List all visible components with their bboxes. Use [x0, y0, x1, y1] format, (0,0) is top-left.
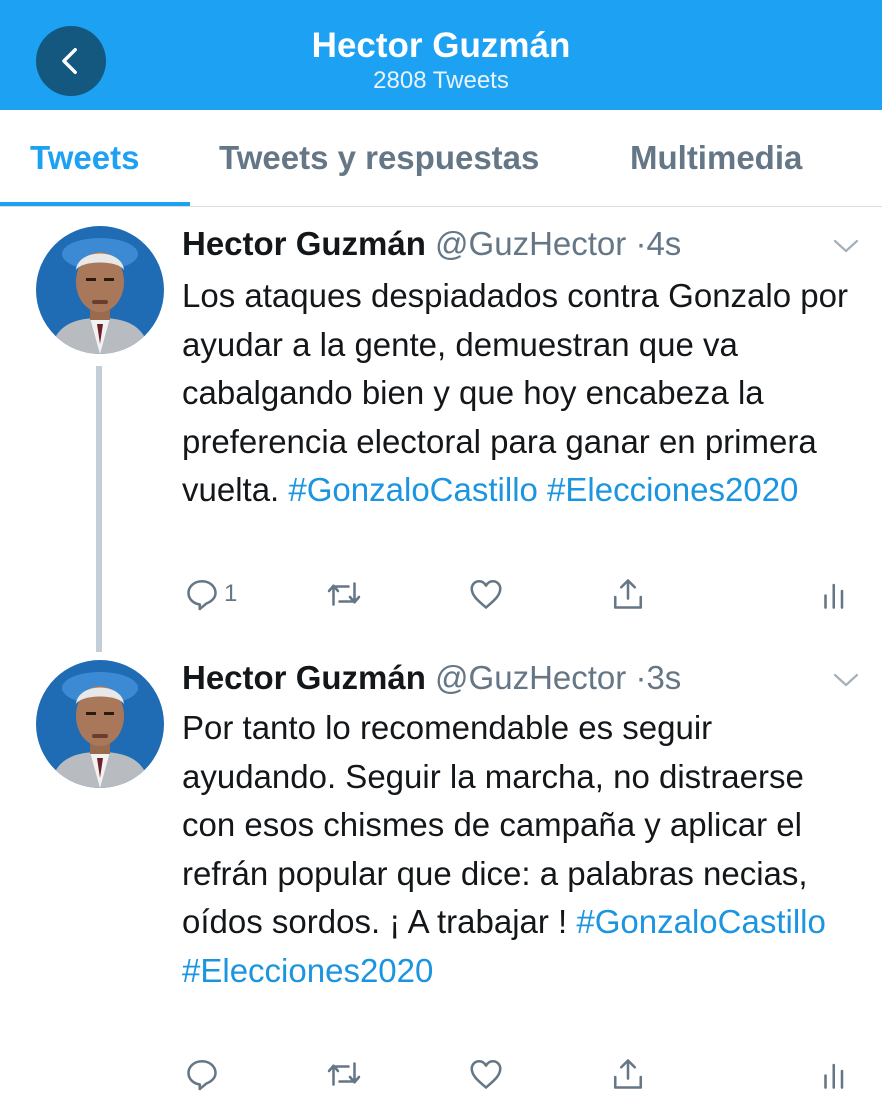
like-button[interactable]	[468, 576, 504, 612]
like-button[interactable]	[468, 1056, 504, 1092]
tweet-header: Hector Guzmán @GuzHector ·3s	[182, 656, 681, 700]
retweet-button[interactable]	[326, 1056, 362, 1092]
share-button[interactable]	[610, 1056, 646, 1092]
hashtag-link[interactable]: #Elecciones2020	[182, 952, 433, 989]
share-icon	[613, 1059, 643, 1089]
share-button[interactable]	[610, 576, 646, 612]
reply-button[interactable]	[184, 1056, 220, 1092]
header-title: Hector Guzmán	[311, 26, 571, 65]
tweet-text: Los ataques despiadados contra Gonzalo p…	[182, 272, 862, 515]
analytics-icon	[824, 583, 844, 609]
analytics-button[interactable]	[818, 1056, 854, 1092]
active-tab-indicator	[0, 202, 190, 206]
analytics-icon	[824, 1063, 844, 1089]
avatar[interactable]	[36, 226, 164, 354]
author-handle[interactable]: @GuzHector	[435, 659, 626, 696]
retweet-icon	[327, 1062, 361, 1086]
tab-tweets[interactable]: Tweets	[30, 138, 139, 178]
reply-button[interactable]: 1	[184, 576, 237, 612]
author-handle[interactable]: @GuzHector	[435, 225, 626, 262]
tab-media[interactable]: Multimedia	[630, 138, 802, 178]
chevron-down-icon[interactable]	[832, 670, 860, 690]
tweet-actions	[182, 1056, 862, 1100]
retweet-button[interactable]	[326, 576, 362, 612]
hashtag-link[interactable]: #GonzaloCastillo	[576, 903, 825, 940]
hashtag-link[interactable]: #GonzaloCastillo	[288, 471, 537, 508]
share-icon	[613, 579, 643, 609]
chevron-down-icon[interactable]	[832, 236, 860, 256]
tweet-header: Hector Guzmán @GuzHector ·4s	[182, 222, 681, 266]
reply-icon	[187, 579, 217, 611]
separator-dot: ·	[635, 659, 647, 696]
author-name[interactable]: Hector Guzmán	[182, 659, 426, 696]
timestamp[interactable]: 4s	[646, 225, 681, 262]
profile-header: Hector Guzmán 2808 Tweets	[0, 0, 882, 110]
avatar-photo	[36, 226, 164, 354]
analytics-button[interactable]	[818, 576, 854, 612]
avatar[interactable]	[36, 660, 164, 788]
heart-icon	[470, 1059, 502, 1089]
author-name[interactable]: Hector Guzmán	[182, 225, 426, 262]
thread-connector	[96, 366, 102, 652]
separator-dot: ·	[635, 225, 647, 262]
tab-tweets-replies[interactable]: Tweets y respuestas	[219, 138, 539, 178]
reply-icon	[187, 1059, 217, 1091]
tweet-count: 2808 Tweets	[373, 67, 509, 94]
tweet-text: Por tanto lo recomendable es seguir ayud…	[182, 704, 862, 995]
heart-icon	[470, 579, 502, 609]
retweet-icon	[327, 582, 361, 606]
hashtag-link[interactable]: #Elecciones2020	[547, 471, 798, 508]
tweet-actions: 1	[182, 576, 862, 620]
avatar-photo	[36, 660, 164, 788]
reply-count: 1	[224, 580, 238, 607]
profile-tabs: Tweets Tweets y respuestas Multimedia	[0, 110, 882, 207]
timestamp[interactable]: 3s	[646, 659, 681, 696]
